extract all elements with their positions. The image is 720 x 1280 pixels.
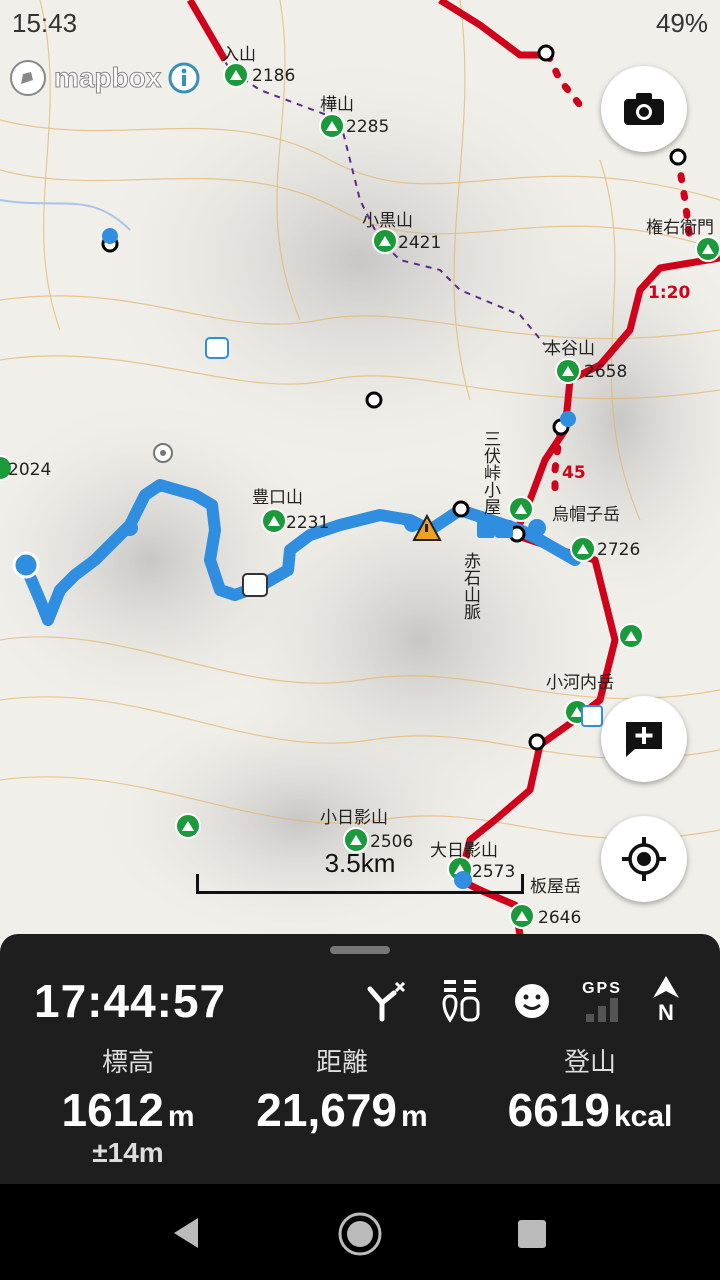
status-bar: 15:43 49% (0, 0, 720, 52)
map-label: 2285 (346, 117, 390, 137)
tracking-panel[interactable]: 17:44:57 GPS N 標高 1612 m ±14m 距離 21,679 … (0, 934, 720, 1184)
map-label: 板屋岳 (530, 877, 581, 897)
map-label: 2231 (286, 513, 330, 533)
mapbox-label: mapbox (53, 62, 162, 94)
my-location-button[interactable] (601, 816, 687, 902)
stat-unit: kcal (613, 1100, 673, 1133)
gps-signal-icon (586, 998, 618, 1022)
map-label: 権右衛門 (646, 218, 714, 238)
stat-accuracy: ±14m (92, 1137, 164, 1168)
stat-calories: 登山 6619 kcal (490, 1042, 690, 1137)
map-view[interactable]: 入山 2186 樺山 2285 小黒山 2421 権右衛門 本谷山 2658 三… (0, 0, 720, 1000)
drag-handle[interactable] (330, 946, 390, 954)
crosshair-icon (622, 837, 666, 881)
stat-label: 標高 (101, 1048, 154, 1078)
camera-button[interactable] (601, 66, 687, 152)
map-label: 本谷山 (544, 339, 595, 359)
gps-indicator: GPS (582, 980, 622, 1022)
map-label: 2186 (252, 66, 296, 86)
map-label: 赤石山脈 (460, 552, 480, 620)
map-label: 1:20 (648, 283, 691, 303)
mapbox-attribution[interactable]: mapbox (8, 58, 201, 98)
battery-level: 49% (655, 8, 708, 38)
map-label: 2726 (597, 540, 641, 560)
back-icon[interactable] (170, 1216, 202, 1250)
recents-icon[interactable] (516, 1218, 548, 1250)
map-label: 小黒山 (362, 211, 413, 231)
status-time: 15:43 (12, 8, 78, 38)
map-label: 小河内岳 (546, 673, 614, 693)
compass-button[interactable]: N (652, 976, 680, 1026)
poi-list-icon[interactable] (438, 978, 482, 1024)
map-label: 45 (562, 463, 586, 483)
north-label: N (658, 1000, 674, 1025)
smiley-icon[interactable] (512, 981, 552, 1021)
map-label: 2646 (538, 908, 582, 928)
info-icon[interactable] (167, 61, 201, 95)
stat-value: 6619 (507, 1084, 610, 1136)
map-label: 小日影山 (320, 808, 388, 828)
mapbox-logo-icon (10, 60, 46, 96)
map-label: 2421 (398, 233, 442, 253)
stat-unit: m (401, 1100, 428, 1133)
stat-label: 距離 (315, 1048, 368, 1078)
stat-unit: m (167, 1100, 195, 1133)
add-comment-icon (626, 722, 662, 757)
map-scale: 3.5km (196, 848, 524, 894)
map-label: 三伏峠小屋 (480, 430, 500, 515)
north-arrow-icon (653, 976, 679, 998)
map-label: 2024 (8, 460, 52, 480)
stat-distance: 距離 21,679 m (244, 1042, 440, 1137)
stat-value: 21,679 (256, 1084, 397, 1136)
map-label: 2658 (584, 362, 628, 382)
panel-icons: GPS N (364, 976, 680, 1026)
map-label: 樺山 (320, 95, 354, 115)
clock: 17:44:57 (34, 975, 227, 1027)
camera-icon (624, 93, 664, 125)
stat-elevation: 標高 1612 m ±14m (38, 1042, 218, 1169)
map-label: 豊口山 (252, 488, 303, 508)
home-icon[interactable] (336, 1210, 384, 1258)
add-memo-button[interactable] (601, 696, 687, 782)
stat-label: 登山 (563, 1048, 616, 1078)
map-label: 烏帽子岳 (552, 505, 620, 525)
gps-label: GPS (582, 980, 622, 997)
stat-value: 1612 (61, 1084, 164, 1136)
system-nav-bar (0, 1186, 720, 1280)
scale-bar (196, 874, 524, 894)
route-off-icon[interactable] (364, 979, 408, 1023)
